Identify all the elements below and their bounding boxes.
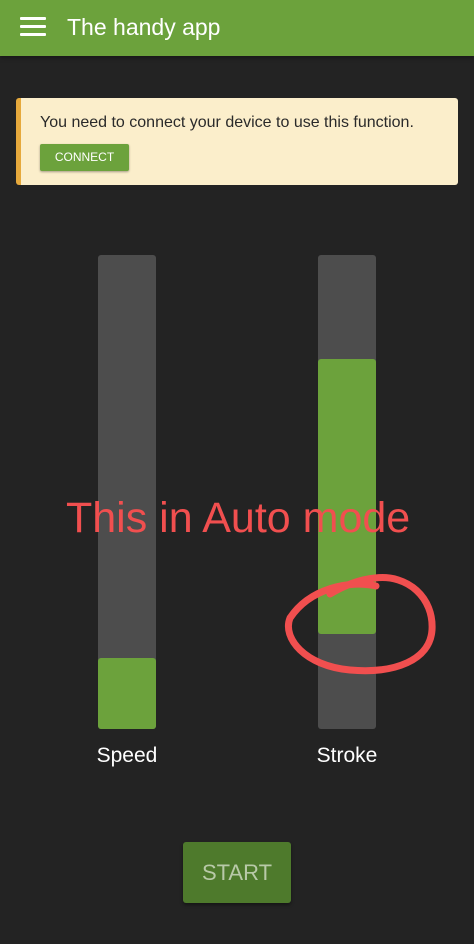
speed-slider[interactable] xyxy=(98,255,156,729)
hamburger-menu-icon[interactable] xyxy=(20,15,46,39)
speed-label: Speed xyxy=(96,744,158,767)
speed-slider-fill xyxy=(98,658,156,729)
connect-device-notice: You need to connect your device to use t… xyxy=(16,98,458,185)
app-title: The handy app xyxy=(67,14,221,40)
annotation-circle xyxy=(285,574,436,675)
start-button[interactable]: START xyxy=(183,842,291,903)
connect-button[interactable]: CONNECT xyxy=(40,144,129,171)
notice-message: You need to connect your device to use t… xyxy=(40,114,414,131)
annotation-text: This in Auto mode xyxy=(66,494,411,542)
app-bar: The handy app xyxy=(0,0,474,56)
stroke-label: Stroke xyxy=(316,744,378,767)
